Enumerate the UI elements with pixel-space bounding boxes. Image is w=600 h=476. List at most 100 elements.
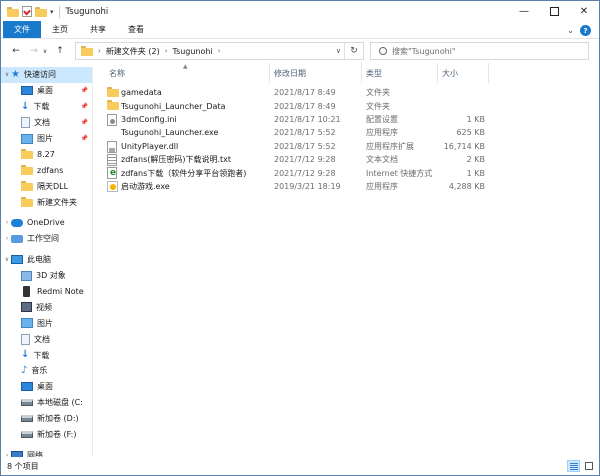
- sidebar-item[interactable]: › 网络: [1, 447, 92, 457]
- sidebar-item[interactable]: ∨ ★ 快速访问: [1, 67, 92, 83]
- sidebar-item[interactable]: 新建文件夹: [1, 194, 92, 210]
- sidebar-item-label: 快速访问: [23, 70, 56, 80]
- column-date[interactable]: 修改日期: [270, 63, 362, 83]
- url-file-icon: [107, 167, 117, 180]
- details-view-icon: [569, 462, 578, 470]
- breadcrumb-segment[interactable]: Tsugunohi: [173, 47, 213, 56]
- sidebar-item[interactable]: 3D 对象: [1, 268, 92, 284]
- sidebar-item[interactable]: 文档: [1, 331, 92, 347]
- expand-chevron-icon[interactable]: ∨: [3, 71, 11, 78]
- recent-locations-button[interactable]: ∨: [41, 44, 49, 58]
- file-rows: gamedata 2021/8/17 8:49 文件夹 Tsugunohi_Launc…: [105, 86, 599, 193]
- expand-ribbon-icon[interactable]: ⌄: [567, 26, 574, 35]
- sidebar-item[interactable]: 新加卷 (F:): [1, 427, 92, 443]
- sidebar-item[interactable]: › 工作空间: [1, 231, 92, 247]
- drive-icon: [21, 415, 33, 423]
- onedrive-icon: [11, 218, 23, 227]
- file-row[interactable]: zdfans(解压密码)下载说明.txt 2021/7/12 9:28 文本文档 2 …: [105, 153, 599, 166]
- customize-toolbar-icon[interactable]: ▾: [50, 8, 54, 16]
- sidebar-item[interactable]: ♪ 音乐: [1, 363, 92, 379]
- expand-chevron-icon[interactable]: ›: [3, 219, 11, 226]
- refresh-button[interactable]: ↻: [344, 43, 363, 59]
- properties-icon[interactable]: [22, 6, 32, 17]
- pin-icon: 📌: [80, 86, 88, 94]
- up-button[interactable]: ↑: [53, 44, 67, 58]
- navigation-pane[interactable]: ∨ ★ 快速访问 桌面 📌 ↓ 下载 📌 文档 📌 图片 📌 8.27 zdfans 隔天DLL 新建文件夹 ›…: [1, 67, 93, 457]
- file-row[interactable]: Tsugunohi_Launcher.exe 2021/8/17 5:52 应用程序…: [105, 126, 599, 139]
- pin-icon: 📌: [80, 134, 88, 142]
- column-name[interactable]: 名称: [105, 63, 270, 83]
- sidebar-item-label: 文档: [34, 118, 50, 128]
- file-type: 应用程序: [366, 181, 398, 191]
- sidebar-item[interactable]: 图片 📌: [1, 131, 92, 147]
- tab-home[interactable]: 主页: [41, 21, 79, 38]
- new-folder-icon[interactable]: [35, 6, 47, 17]
- sidebar-item[interactable]: 隔天DLL: [1, 178, 92, 194]
- forward-arrow-icon: →: [30, 46, 38, 56]
- sidebar-item[interactable]: Redmi Note: [1, 284, 92, 300]
- file-row[interactable]: gamedata 2021/8/17 8:49 文件夹: [105, 86, 599, 99]
- pin-icon: 📌: [80, 118, 88, 126]
- sidebar-item-label: OneDrive: [27, 218, 65, 228]
- search-input[interactable]: 搜索"Tsugunohi": [392, 46, 456, 57]
- breadcrumb-segment[interactable]: 新建文件夹 (2): [106, 46, 160, 57]
- column-size[interactable]: 大小: [438, 63, 489, 83]
- sidebar-item[interactable]: ↓ 下载 📌: [1, 99, 92, 115]
- documents-icon: [21, 117, 30, 129]
- dll-file-icon: [107, 140, 117, 153]
- ribbon-right-controls: ⌄ ?: [567, 25, 591, 36]
- details-view-button[interactable]: [567, 460, 580, 472]
- file-row[interactable]: UnityPlayer.dll 2021/8/17 5:52 应用程序扩展 16,71…: [105, 140, 599, 153]
- sidebar-item[interactable]: › OneDrive: [1, 215, 92, 231]
- column-type[interactable]: 类型: [362, 63, 438, 83]
- file-size: 1 KB: [466, 168, 485, 178]
- sidebar-item-label: 音乐: [31, 366, 48, 376]
- file-row[interactable]: Tsugunohi_Launcher_Data 2021/8/17 8:49 文件夹: [105, 99, 599, 112]
- close-icon: ✕: [579, 6, 589, 17]
- tab-share[interactable]: 共享: [79, 21, 117, 38]
- sidebar-item[interactable]: zdfans: [1, 162, 92, 178]
- tab-view[interactable]: 查看: [117, 21, 155, 38]
- maximize-icon: [549, 7, 559, 16]
- music-icon: ♪: [21, 364, 28, 376]
- sidebar-item[interactable]: 本地磁盘 (C:: [1, 395, 92, 411]
- sidebar-item[interactable]: ↓ 下载: [1, 347, 92, 363]
- file-name: 启动游戏.exe: [121, 181, 170, 191]
- file-row[interactable]: 3dmConfig.ini 2021/8/17 10:21 配置设置 1 KB: [105, 113, 599, 126]
- file-date: 2021/8/17 8:49: [274, 88, 336, 98]
- sidebar-item-label: 工作空间: [27, 234, 59, 244]
- large-icons-view-button[interactable]: [582, 460, 595, 472]
- file-type: 配置设置: [366, 114, 398, 124]
- file-row[interactable]: zdfans下载（软件分享平台领跑者) 2021/7/12 9:28 Interne…: [105, 166, 599, 180]
- pictures-icon: [21, 318, 33, 329]
- tab-file[interactable]: 文件: [3, 21, 41, 38]
- search-box[interactable]: 搜索"Tsugunohi": [370, 42, 589, 60]
- chevron-down-icon: ∨: [42, 47, 48, 55]
- close-button[interactable]: ✕: [569, 1, 599, 22]
- address-dropdown-icon[interactable]: ∨: [336, 43, 341, 59]
- expand-chevron-icon[interactable]: ›: [3, 235, 11, 242]
- minimize-button[interactable]: —: [509, 1, 539, 22]
- expand-chevron-icon[interactable]: ∨: [3, 256, 11, 263]
- sidebar-item[interactable]: 图片: [1, 315, 92, 331]
- help-icon[interactable]: ?: [580, 25, 591, 36]
- file-row[interactable]: 启动游戏.exe 2019/3/21 18:19 应用程序 4,288 KB: [105, 180, 599, 193]
- sidebar-item[interactable]: 8.27: [1, 146, 92, 162]
- sidebar-item[interactable]: ∨ 此电脑: [1, 252, 92, 268]
- back-button[interactable]: ←: [9, 44, 23, 58]
- file-type: 应用程序: [366, 128, 398, 138]
- address-bar[interactable]: › 新建文件夹 (2) › Tsugunohi › ∨ ↻: [75, 42, 364, 60]
- sidebar-item[interactable]: 桌面 📌: [1, 83, 92, 99]
- file-size: 4,288 KB: [448, 181, 485, 191]
- sidebar-item-label: 3D 对象: [36, 271, 66, 281]
- chevron-right-icon: ›: [164, 47, 168, 55]
- forward-button[interactable]: →: [27, 44, 41, 58]
- file-name: gamedata: [121, 88, 162, 98]
- title-divider: [58, 5, 60, 18]
- sidebar-item[interactable]: 新加卷 (D:): [1, 411, 92, 427]
- sidebar-item-label: zdfans: [37, 165, 64, 175]
- maximize-button[interactable]: [539, 1, 569, 22]
- sidebar-item[interactable]: 桌面: [1, 379, 92, 395]
- sidebar-item[interactable]: 视频: [1, 299, 92, 315]
- sidebar-item[interactable]: 文档 📌: [1, 115, 92, 131]
